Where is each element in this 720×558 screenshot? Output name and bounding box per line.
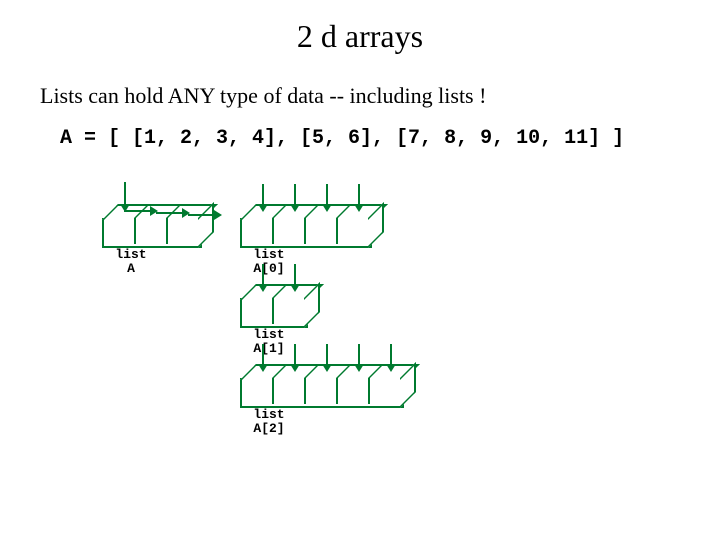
label-list-A1-line1: list [253, 327, 284, 342]
label-list-A2-line2: A[2] [253, 421, 284, 436]
diagram-stage: list A list A[0] list A[1] list A[2] [60, 164, 720, 494]
page-title: 2 d arrays [0, 18, 720, 55]
label-list-A2-line1: list [253, 407, 284, 422]
page-subtitle: Lists can hold ANY type of data -- inclu… [40, 83, 720, 109]
label-list-A-line2: A [127, 261, 135, 276]
code-line: A = [ [1, 2, 3, 4], [5, 6], [7, 8, 9, 10… [60, 127, 720, 150]
label-list-A1-line2: A[1] [253, 341, 284, 356]
label-list-A: list A [106, 248, 156, 277]
label-list-A0-line2: A[0] [253, 261, 284, 276]
label-list-A0-line1: list [253, 247, 284, 262]
label-list-A2: list A[2] [244, 408, 294, 437]
label-list-A0: list A[0] [244, 248, 294, 277]
label-list-A1: list A[1] [244, 328, 294, 357]
label-list-A-line1: list [115, 247, 146, 262]
